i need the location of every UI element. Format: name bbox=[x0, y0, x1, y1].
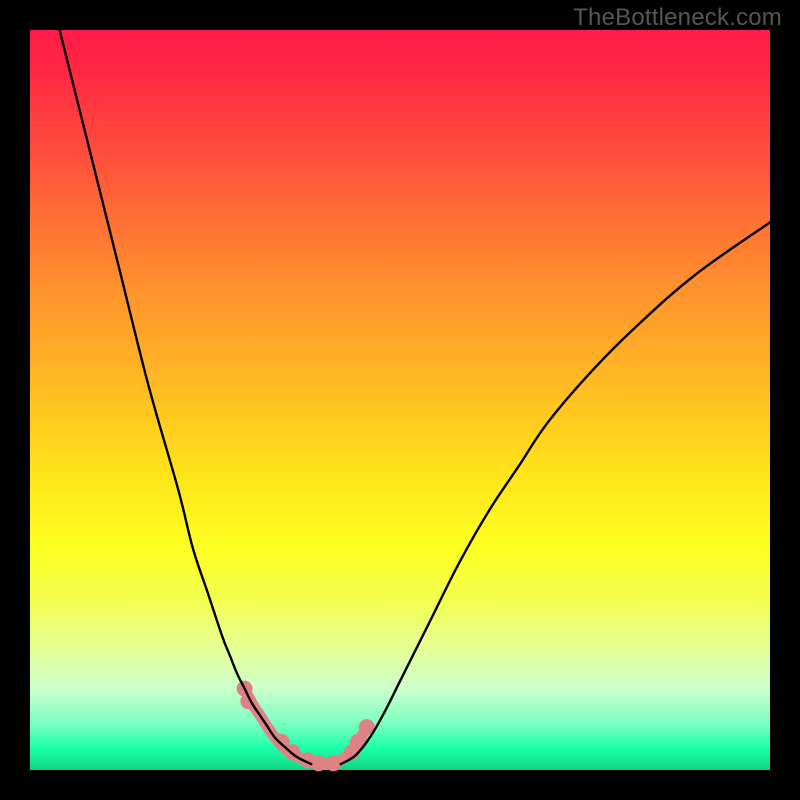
plot-area bbox=[30, 30, 770, 770]
data-dot bbox=[311, 755, 327, 771]
watermark-text: TheBottleneck.com bbox=[573, 4, 782, 32]
left-curve bbox=[60, 30, 312, 764]
right-curve bbox=[341, 222, 770, 764]
data-dot bbox=[325, 755, 341, 771]
chart-root: TheBottleneck.com bbox=[0, 0, 800, 800]
chart-svg bbox=[30, 30, 770, 770]
